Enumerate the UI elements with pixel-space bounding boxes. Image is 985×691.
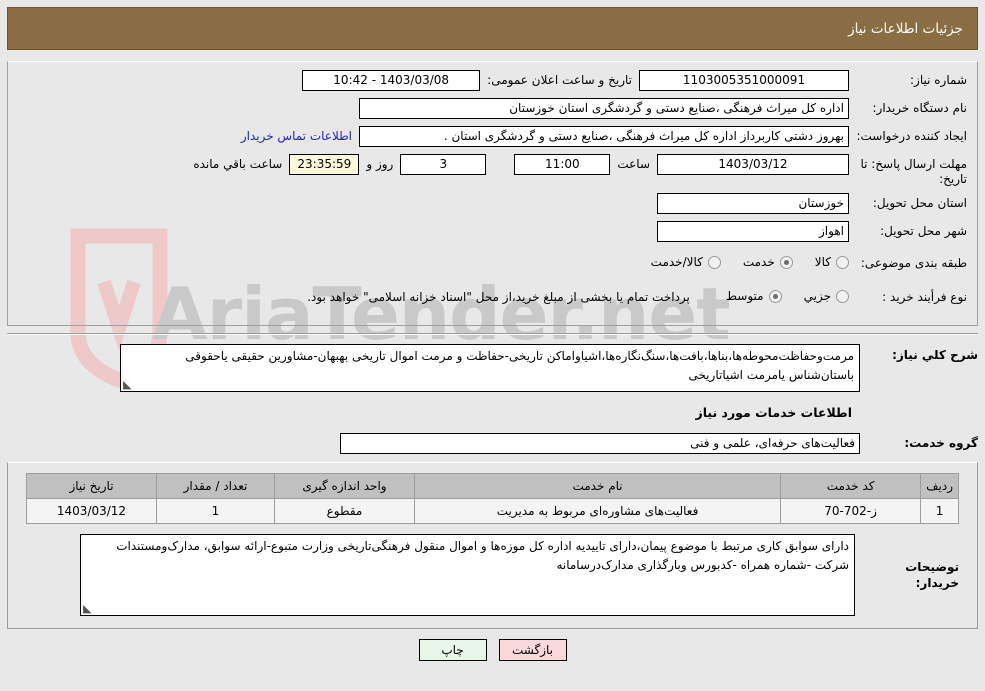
- deadline-days-label: روز و: [366, 157, 394, 171]
- process-option-motevaset-label: متوسط: [725, 289, 764, 303]
- deadline-hour: 11:00: [514, 154, 611, 175]
- general-desc-value-box[interactable]: مرمت‌وحفاظت‌محوطه‌ها،بناها،بافت‌ها،سنگ‌ن…: [120, 344, 860, 392]
- buyer-contact-link[interactable]: اطلاعات تماس خریدار: [241, 126, 359, 143]
- radio-circle-icon[interactable]: [707, 255, 721, 269]
- process-option-jozei-label: جزیي: [803, 289, 831, 303]
- province-value: خوزستان: [657, 193, 849, 214]
- services-table: ردیف کد خدمت نام خدمت واحد اندازه گیری ت…: [26, 473, 959, 524]
- table-row[interactable]: 1 ز-702-70 فعالیت‌های مشاوره‌ای مربوط به…: [26, 498, 959, 524]
- cell-name: فعالیت‌های مشاوره‌ای مربوط به مدیریت: [413, 498, 782, 524]
- row-province: استان محل تحویل: خوزستان: [18, 193, 967, 215]
- col-code: کد خدمت: [780, 473, 922, 499]
- row-buyer-org: نام دستگاه خریدار: اداره کل میراث فرهنگی…: [18, 98, 967, 120]
- col-date: تاریخ نیاز: [26, 473, 157, 499]
- table-header-row: ردیف کد خدمت نام خدمت واحد اندازه گیری ت…: [26, 473, 959, 499]
- buyer-notes-label: توضیحات خریدار:: [905, 560, 959, 590]
- row-category: طبقه بندی موضوعی: کالا خدمت کالا/خدمت: [18, 253, 967, 275]
- city-label: شهر محل تحویل:: [880, 224, 967, 238]
- row-general-desc: شرح كلي نياز: مرمت‌وحفاظت‌محوطه‌ها،بناها…: [7, 344, 978, 392]
- buyer-notes-value-box[interactable]: دارای سوابق کاری مرتبط با موضوع پیمان،دا…: [80, 534, 855, 616]
- cell-date: 1403/03/12: [26, 498, 157, 524]
- radio-circle-icon[interactable]: [836, 289, 849, 303]
- deadline-date: 1403/03/12: [657, 154, 849, 175]
- province-label: استان محل تحویل:: [872, 196, 967, 210]
- buyer-org-value: اداره کل میراث فرهنگی ،صنایع دستی و گردش…: [359, 98, 849, 119]
- print-button[interactable]: چاپ: [418, 639, 487, 661]
- category-option-khedmat-label: خدمت: [742, 255, 775, 269]
- cell-qty: 1: [156, 498, 275, 524]
- requester-label: ایجاد کننده درخواست:: [856, 129, 967, 143]
- row-need-number: شماره نیاز: 1103005351000091 تاریخ و ساع…: [18, 70, 967, 92]
- general-desc-value: مرمت‌وحفاظت‌محوطه‌ها،بناها،بافت‌ها،سنگ‌ن…: [185, 349, 854, 382]
- resize-grip-icon[interactable]: ◢: [123, 378, 133, 391]
- deadline-hour-label: ساعت: [617, 157, 650, 171]
- buyer-org-label: نام دستگاه خریدار:: [872, 101, 968, 115]
- row-buyer-notes: توضیحات خریدار: دارای سوابق کاری مرتبط ب…: [26, 534, 959, 616]
- cell-code: ز-702-70: [780, 498, 922, 524]
- section-divider: [7, 333, 978, 335]
- service-group-value: فعالیت‌های حرفه‌ای، علمی و فنی: [340, 433, 860, 454]
- services-section-title: اطلاعات خدمات مورد نیاز: [695, 405, 853, 420]
- row-requester: ایجاد کننده درخواست: بهروز دشتی کاربرداز…: [18, 126, 967, 148]
- process-type-note: پرداخت تمام یا بخشی از مبلغ خرید،از محل …: [307, 290, 690, 304]
- deadline-countdown: 23:35:59: [289, 154, 360, 175]
- row-process-type: نوع فرأیند خرید : جزیي متوسط پرداخت تمام…: [18, 287, 967, 309]
- back-button[interactable]: بازگشت: [498, 639, 567, 661]
- services-table-wrapper: ردیف کد خدمت نام خدمت واحد اندازه گیری ت…: [7, 462, 978, 629]
- service-group-label: گروه خدمت:: [904, 436, 978, 450]
- buyer-notes-value: دارای سوابق کاری مرتبط با موضوع پیمان،دا…: [116, 539, 849, 572]
- page-title: جزئیات اطلاعات نیاز: [848, 20, 963, 37]
- category-option-kala-khedmat[interactable]: کالا/خدمت: [651, 255, 721, 269]
- cell-unit: مقطوع: [274, 498, 415, 524]
- process-option-motevaset[interactable]: متوسط: [726, 289, 782, 303]
- public-announce-value: 1403/03/08 - 10:42: [302, 70, 481, 91]
- process-type-radio-group[interactable]: جزیي متوسط: [708, 287, 849, 303]
- row-city: شهر محل تحویل: اهواز: [18, 221, 967, 243]
- cell-index: 1: [920, 498, 959, 524]
- requester-value: بهروز دشتی کاربرداز اداره کل میراث فرهنگ…: [359, 126, 849, 147]
- deadline-label: مهلت ارسال پاسخ: تا تاریخ:: [860, 157, 967, 186]
- col-name: نام خدمت: [413, 473, 782, 499]
- page-title-bar: جزئیات اطلاعات نیاز: [7, 7, 978, 50]
- footer-actions: بازگشت چاپ: [7, 639, 978, 661]
- category-option-khedmat[interactable]: خدمت: [743, 255, 793, 269]
- public-announce-label: تاریخ و ساعت اعلان عمومی:: [487, 73, 632, 87]
- radio-circle-icon[interactable]: [836, 255, 849, 269]
- need-info-panel: شماره نیاز: 1103005351000091 تاریخ و ساع…: [7, 61, 978, 326]
- process-type-label: نوع فرأیند خرید :: [882, 290, 967, 304]
- page-root: جزئیات اطلاعات نیاز شماره نیاز: 11030053…: [0, 0, 985, 668]
- col-unit: واحد اندازه گیری: [274, 473, 415, 499]
- row-deadline: مهلت ارسال پاسخ: تا تاریخ: 1403/03/12 سا…: [18, 154, 967, 187]
- row-service-group: گروه خدمت: فعالیت‌های حرفه‌ای، علمی و فن…: [7, 433, 978, 455]
- process-option-jozei[interactable]: جزیي: [804, 289, 849, 303]
- radio-circle-icon[interactable]: [779, 255, 793, 269]
- col-index: ردیف: [920, 473, 959, 499]
- category-radio-group[interactable]: کالا خدمت کالا/خدمت: [633, 253, 849, 269]
- category-option-kala-label: کالا: [814, 255, 831, 269]
- deadline-countdown-label: ساعت باقي مانده: [193, 157, 283, 171]
- need-number-value: 1103005351000091: [639, 70, 849, 91]
- deadline-days: 3: [400, 154, 487, 175]
- category-option-kala[interactable]: کالا: [815, 255, 849, 269]
- resize-grip-icon[interactable]: ◢: [83, 602, 93, 615]
- col-qty: تعداد / مقدار: [156, 473, 275, 499]
- city-value: اهواز: [657, 221, 849, 242]
- need-number-label: شماره نیاز:: [910, 73, 967, 87]
- general-desc-label: شرح كلي نياز:: [892, 348, 978, 362]
- radio-circle-icon[interactable]: [768, 289, 782, 303]
- category-option-kala-khedmat-label: کالا/خدمت: [650, 255, 703, 269]
- category-label: طبقه بندی موضوعی:: [860, 256, 967, 270]
